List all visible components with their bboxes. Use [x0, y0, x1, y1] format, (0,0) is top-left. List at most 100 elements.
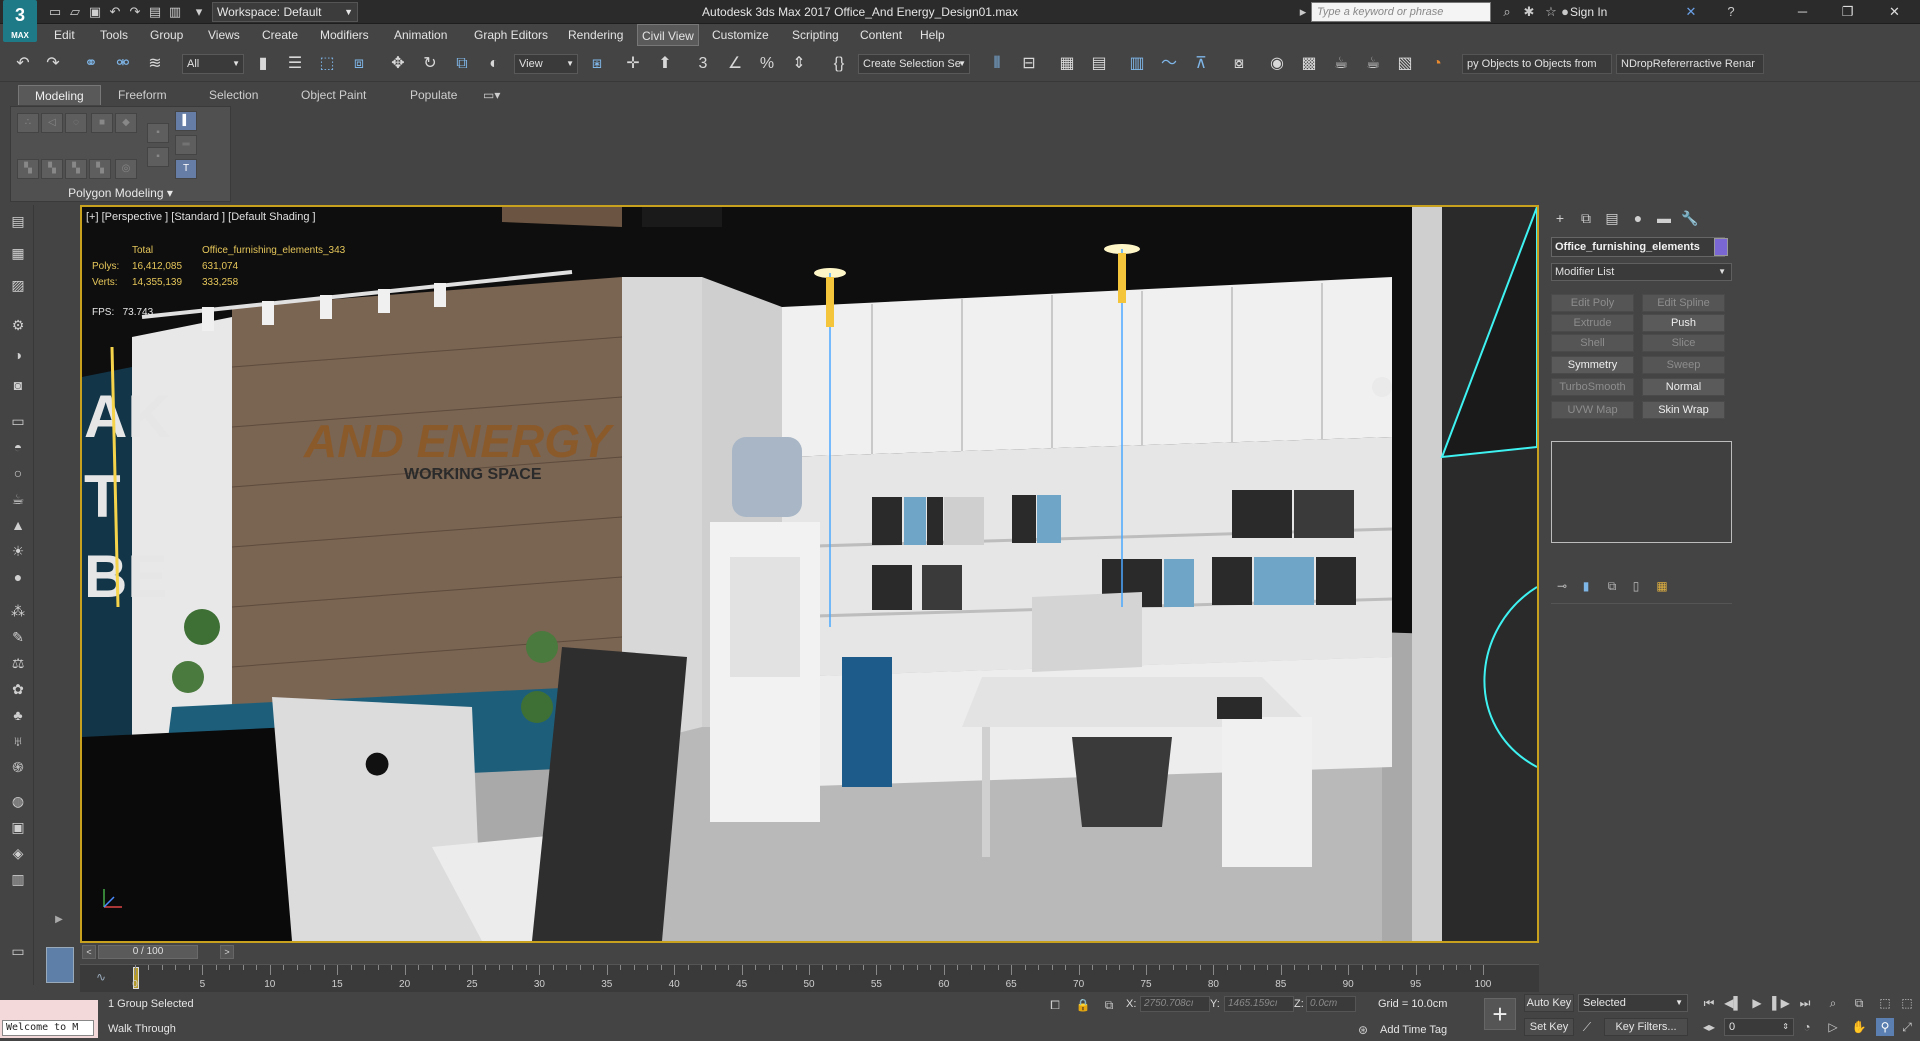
polygon-icon[interactable]: ■: [91, 113, 113, 133]
dope-sheet-icon[interactable]: ⊼: [1188, 52, 1214, 76]
make-unique-icon[interactable]: ⧉: [1603, 577, 1621, 595]
time-slider-next[interactable]: >: [220, 945, 234, 959]
repeat-last-icon[interactable]: ◎: [115, 159, 137, 179]
keyboard-shortcut-toggle-icon[interactable]: ⬆: [652, 52, 678, 76]
vertex-icon[interactable]: ∴: [17, 113, 39, 133]
workspace-selector[interactable]: Workspace: Default ▼: [212, 2, 358, 22]
new-file-icon[interactable]: ▭: [46, 3, 64, 21]
angle-snap-icon[interactable]: ∠: [722, 52, 748, 76]
mini-curve-editor-icon[interactable]: ∿: [92, 968, 110, 986]
unlink-icon[interactable]: ⚮: [110, 52, 136, 76]
close-button[interactable]: ✕: [1872, 0, 1917, 24]
tab-freeform[interactable]: Freeform: [102, 85, 183, 105]
modifier-stack[interactable]: [1551, 441, 1732, 543]
modifier-sweep-button[interactable]: Sweep: [1642, 356, 1725, 374]
modifier-skin-wrap-button[interactable]: Skin Wrap: [1642, 401, 1725, 419]
walk-through-icon[interactable]: ⚲: [1876, 1018, 1894, 1036]
menu-modifiers[interactable]: Modifiers: [316, 24, 373, 46]
use-soft-selection-icon[interactable]: ═: [175, 135, 197, 155]
perspective-viewport[interactable]: [+] [Perspective ] [Standard ] [Default …: [80, 205, 1539, 943]
preserve-uvs-icon[interactable]: ▚: [89, 159, 111, 179]
material-icon[interactable]: ▣: [7, 817, 29, 837]
key-filters-button[interactable]: Key Filters...: [1604, 1018, 1688, 1036]
menu-graph-editors[interactable]: Graph Editors: [470, 24, 552, 46]
project-folder-icon[interactable]: ▤: [146, 3, 164, 21]
modifier-symmetry-button[interactable]: Symmetry: [1551, 356, 1634, 374]
go-to-end-icon[interactable]: ⏭: [1796, 994, 1814, 1012]
modifier-uvw-map-button[interactable]: UVW Map: [1551, 401, 1634, 419]
menu-animation[interactable]: Animation: [390, 24, 451, 46]
reference-coordinate-select[interactable]: View ▼: [514, 54, 578, 74]
help-search-input[interactable]: Type a keyword or phrase: [1311, 2, 1491, 22]
set-key-button[interactable]: Set Key: [1524, 1018, 1574, 1036]
corona-render-icon[interactable]: ◔: [1424, 52, 1450, 76]
align-icon[interactable]: ⊟: [1016, 52, 1042, 76]
material-editor-icon[interactable]: ◉: [1264, 52, 1290, 76]
modifier-shell-button[interactable]: Shell: [1551, 334, 1634, 352]
layer-explorer-icon[interactable]: ▦: [1054, 52, 1080, 76]
create-tab-icon[interactable]: +: [1549, 208, 1571, 228]
menu-views[interactable]: Views: [204, 24, 244, 46]
pin-stack-icon[interactable]: ⊸: [1553, 577, 1571, 595]
select-manipulate-icon[interactable]: ✛: [620, 52, 646, 76]
modifier-extrude-button[interactable]: Extrude: [1551, 314, 1634, 332]
place-icon[interactable]: ◐: [481, 52, 507, 76]
light-icon[interactable]: ●: [7, 567, 29, 587]
scale-icon[interactable]: ⧉: [449, 52, 475, 76]
utilities-tab-icon[interactable]: 🔧: [1679, 208, 1701, 228]
render-frame-window-icon[interactable]: ☕: [1328, 52, 1354, 76]
hair-icon[interactable]: ♅: [7, 731, 29, 751]
redo-icon[interactable]: ↷: [40, 52, 66, 76]
sphere-icon[interactable]: ◓: [7, 437, 29, 457]
object-color-swatch[interactable]: [1714, 238, 1728, 256]
viewport-label[interactable]: [+] [Perspective ] [Standard ] [Default …: [86, 211, 316, 223]
curve-editor-icon[interactable]: 〜: [1156, 52, 1182, 76]
show-end-result-icon[interactable]: ▮: [1577, 577, 1595, 595]
pan-view-icon[interactable]: ✋: [1850, 1018, 1868, 1036]
render-icon[interactable]: ◈: [7, 843, 29, 863]
scene-explorer-icon[interactable]: ▥: [1124, 52, 1150, 76]
modifier-turbosmooth-button[interactable]: TurboSmooth: [1551, 378, 1634, 396]
y-coordinate-field[interactable]: 1465.159cı: [1224, 996, 1294, 1012]
move-icon[interactable]: ✥: [385, 52, 411, 76]
subscription-icon[interactable]: ✱: [1520, 3, 1538, 21]
menu-content[interactable]: Content: [856, 24, 906, 46]
menu-edit[interactable]: Edit: [50, 24, 79, 46]
modify-mode-icon[interactable]: ▚: [17, 159, 39, 179]
select-by-name-icon[interactable]: ☰: [282, 52, 308, 76]
particles-icon[interactable]: ⁂: [7, 601, 29, 621]
helper-icon[interactable]: ✎: [7, 627, 29, 647]
selection-filter-select[interactable]: All ▼: [182, 54, 244, 74]
edit-named-selection-icon[interactable]: {}: [826, 52, 852, 76]
circle-icon[interactable]: ○: [7, 463, 29, 483]
show-end-result-icon[interactable]: ▌: [175, 111, 197, 131]
expand-layout-icon[interactable]: ▶: [50, 910, 68, 930]
exchange-icon[interactable]: ✕: [1682, 3, 1700, 21]
rotate-icon[interactable]: ↻: [417, 52, 443, 76]
project-icon[interactable]: ▥: [166, 3, 184, 21]
menu-scripting[interactable]: Scripting: [788, 24, 843, 46]
teapot-icon[interactable]: ☕: [7, 489, 29, 509]
modifier-list-select[interactable]: Modifier List ▼: [1551, 263, 1732, 281]
spinner-snap-icon[interactable]: ⇕: [786, 52, 812, 76]
go-to-start-icon[interactable]: ⏮: [1700, 994, 1718, 1012]
tab-object-paint[interactable]: Object Paint: [285, 85, 382, 105]
mirror-icon[interactable]: ⫴: [984, 52, 1010, 76]
interactive-render-script-button[interactable]: NDropRefererractive Renar: [1616, 54, 1764, 74]
maxscript-listener[interactable]: Welcome to M: [0, 1000, 98, 1038]
percent-snap-icon[interactable]: %: [754, 52, 780, 76]
next-modifier-icon[interactable]: ▚: [65, 159, 87, 179]
scene-explorer-icon[interactable]: ▤: [7, 211, 29, 231]
default-in-out-tangents-icon[interactable]: ⟋: [1578, 1018, 1596, 1036]
object-name-field[interactable]: Office_furnishing_elements: [1551, 237, 1725, 257]
tab-populate[interactable]: Populate: [394, 85, 473, 105]
modify-tab-icon[interactable]: ⧉: [1575, 208, 1597, 228]
tab-modeling[interactable]: Modeling: [18, 85, 101, 105]
time-slider-thumb[interactable]: 0 / 100: [98, 945, 198, 959]
search-icon[interactable]: ⌕: [1498, 3, 1516, 21]
snaps-toggle-icon[interactable]: 3: [690, 52, 716, 76]
isolate-icon[interactable]: T: [175, 159, 197, 179]
modifier-push-button[interactable]: Push: [1642, 314, 1725, 332]
element-icon[interactable]: ◆: [115, 113, 137, 133]
bind-space-warp-icon[interactable]: ≋: [142, 52, 168, 76]
